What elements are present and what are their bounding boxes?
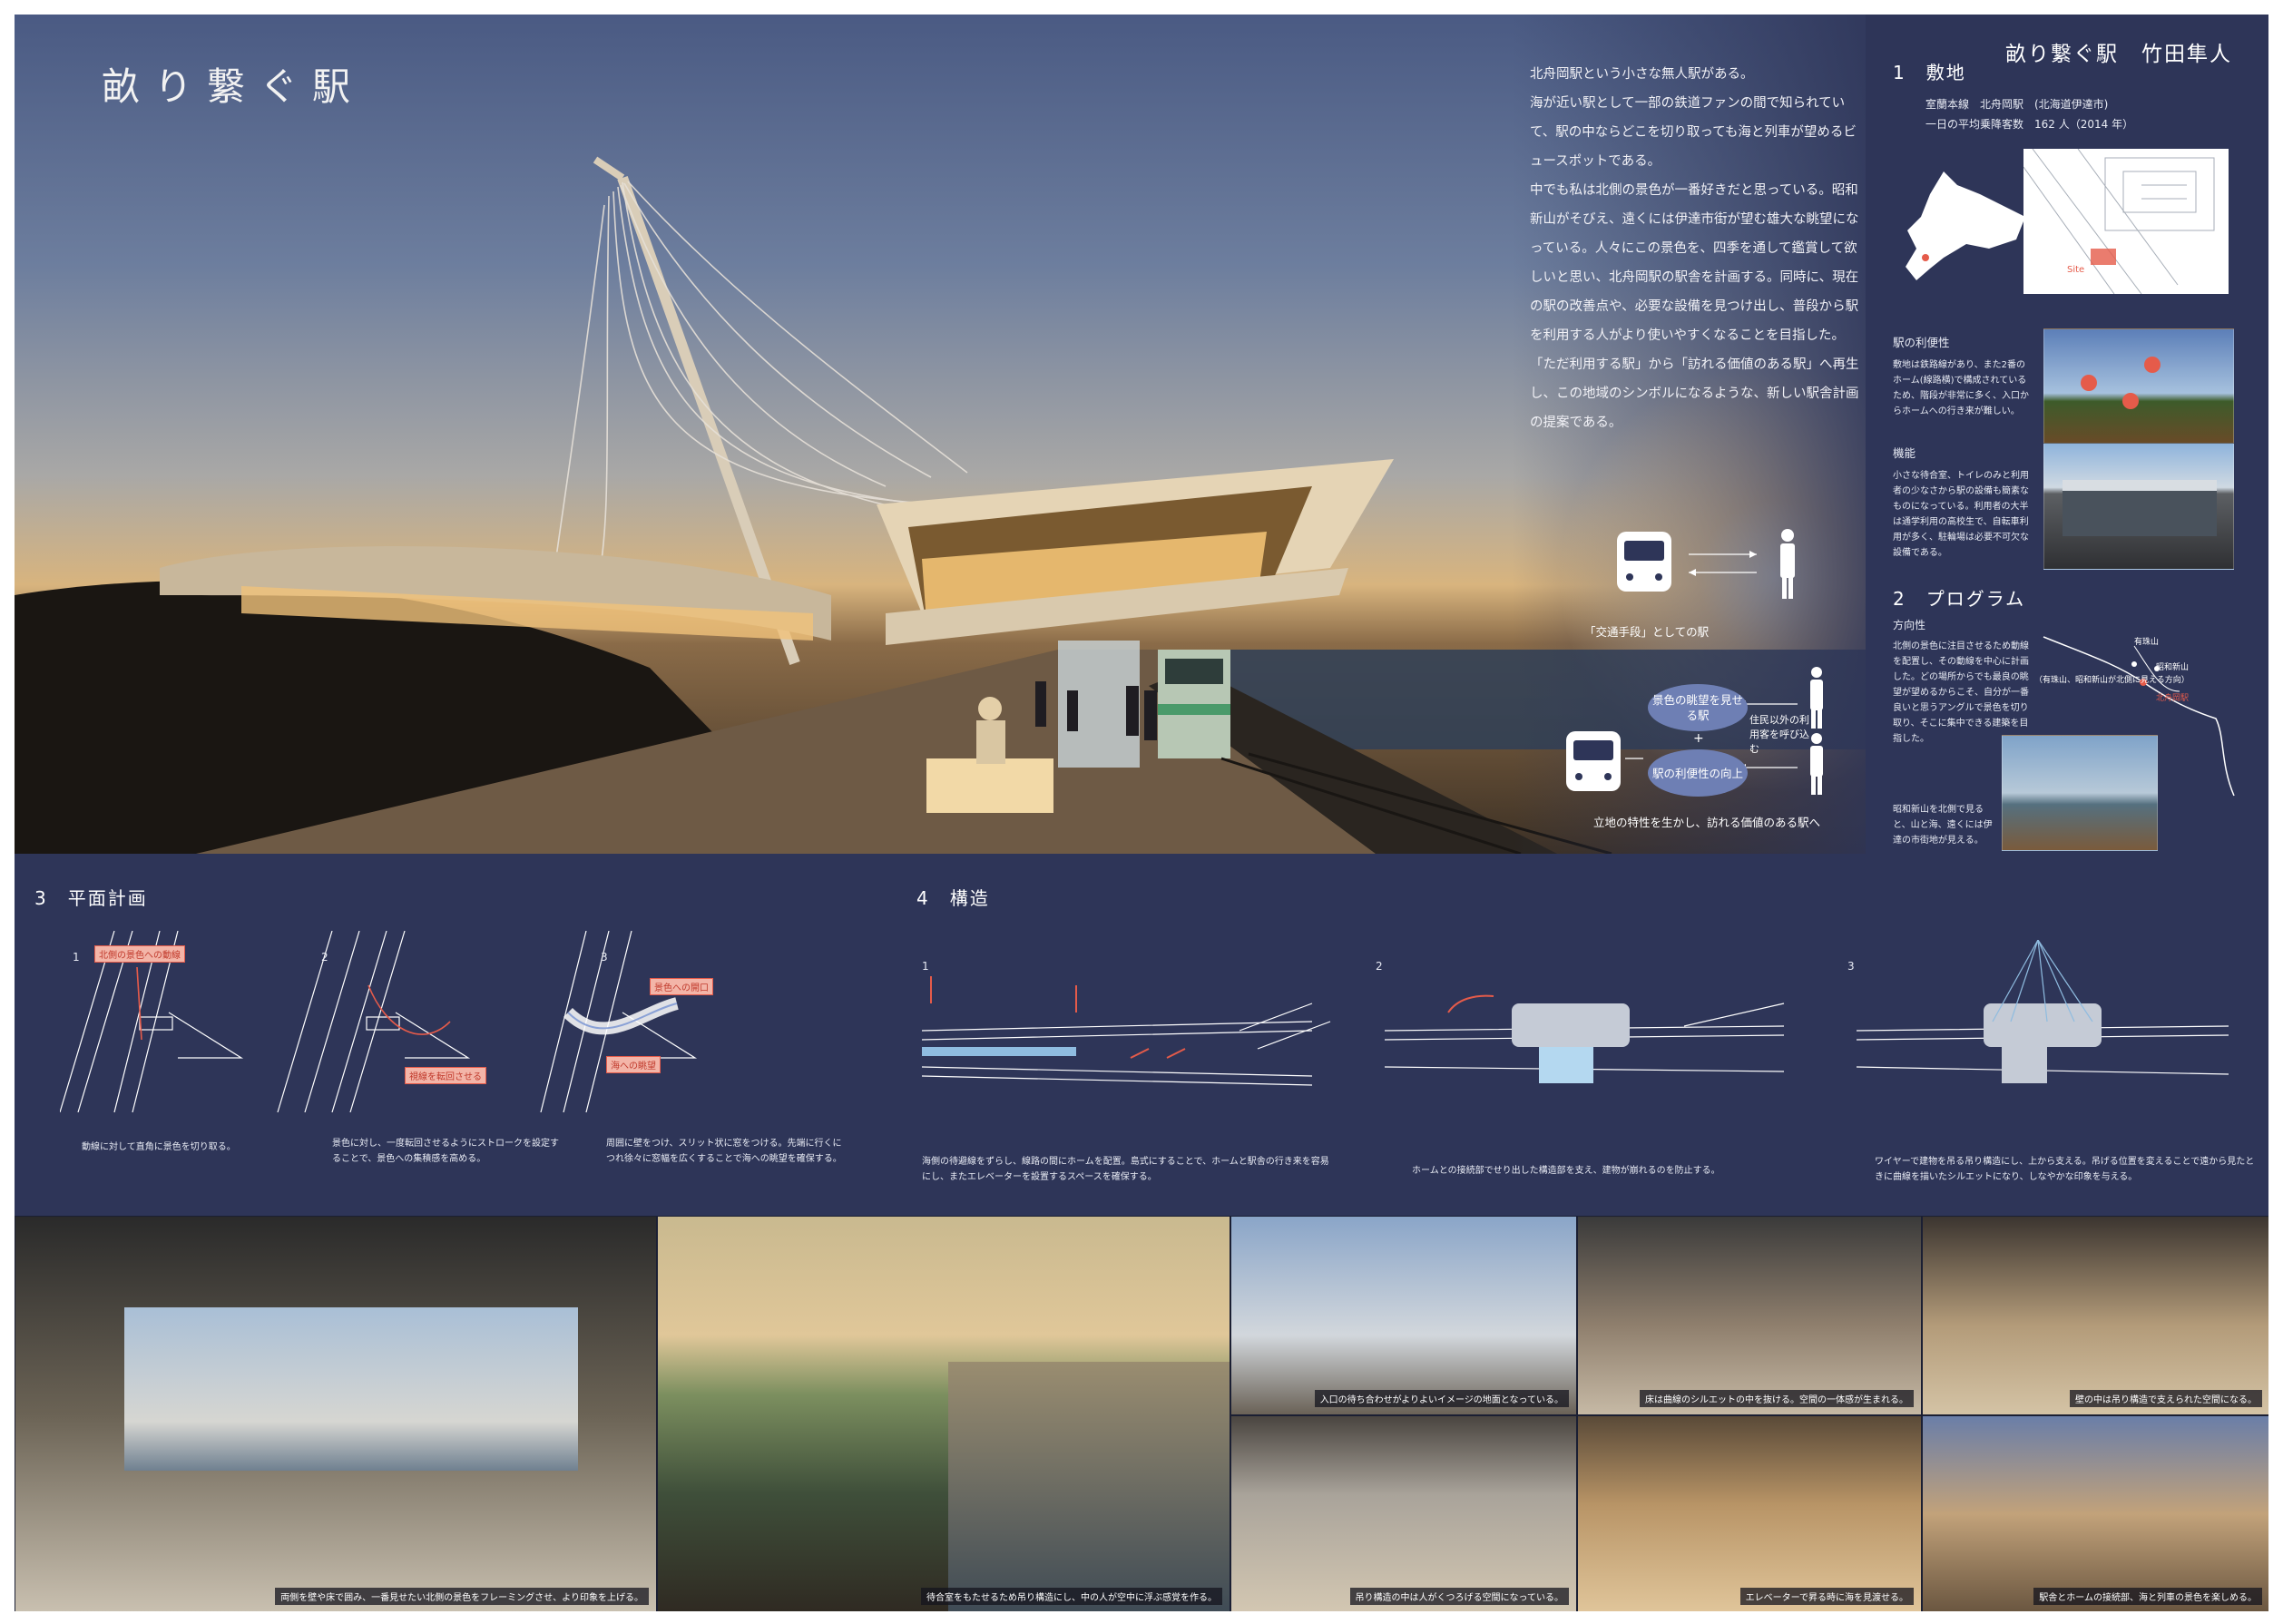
structure-step-3-num: 3 (1847, 960, 1855, 973)
station-photo-shelter (2043, 443, 2234, 570)
program-map-tag-2: 昭和新山 (2156, 663, 2190, 672)
function-heading: 機能 (1893, 446, 1916, 460)
program-map-tag-1: 有珠山 (2134, 638, 2160, 647)
station-photo-stairs (2043, 328, 2234, 446)
plan-step-3-tag-2: 海への眺望 (606, 1056, 661, 1073)
program-heading: 2 プログラム (1893, 588, 2026, 610)
render-aerial: 待合室をもたせるため吊り構造にし、中の人が空中に浮ぶ感覚を作る。 (657, 1216, 1230, 1611)
structure-step-2-num: 2 (1376, 960, 1383, 973)
render-caption-1: 両側を壁や床で囲み、一番見せたい北側の景色をフレーミングさせ、より印象を上げる。 (275, 1588, 649, 1605)
render-frame-window (124, 1307, 578, 1471)
plan-step-3-caption: 周囲に壁をつけ、スリット状に窓をつける。先端に行くにつれ徐々に窓幅を広くすること… (606, 1139, 842, 1164)
render-station-exterior: 入口の待ち合わせがよりよいイメージの地面となっている。 (1230, 1216, 1577, 1415)
render-caption-7: エレベーターで昇る時に海を見渡せる。 (1739, 1588, 1914, 1605)
photo-marker-1 (2144, 357, 2161, 373)
program-map-tag-3: 北舟岡駅 (2156, 694, 2190, 703)
render-caption-3: 入口の待ち合わせがよりよいイメージの地面となっている。 (1314, 1390, 1569, 1407)
structure-step-3-caption: ワイヤーで建物を吊る吊り構造にし、上から支える。吊げる位置を変えることで遠から見… (1875, 1157, 2255, 1182)
concept-footer: 立地の特性を生かし、訪れる価値のある駅へ (1593, 816, 1821, 829)
site-map-label: Site (2067, 265, 2085, 275)
structure-diagrams (921, 940, 2229, 1086)
plan-heading: 3 平面計画 (34, 887, 148, 909)
structure-step-1-caption: 海側の待避線をずらし、線路の間にホームを配置。島式にすることで、ホームと駅舎の行… (922, 1157, 1329, 1182)
site-map: Site (2023, 148, 2229, 295)
presentation-board: 畝り繋ぐ駅 北舟岡駅という小さな無人駅がある。 海が近い駅として一部の鉄道ファン… (15, 15, 2268, 1611)
program-subheading: 方向性 (1893, 619, 1926, 631)
program-text: 北側の景色に注目させるため動線を配置し、その動線を中心に計画した。どの場所からで… (1893, 641, 2029, 744)
plan-step-1-caption: 動線に対して直角に景色を切り取る。 (82, 1142, 236, 1152)
render-aerial-sea (948, 1362, 1230, 1611)
intro-paragraph-1: 北舟岡駅という小さな無人駅がある。 (1530, 67, 1754, 82)
shelter-body (2063, 491, 2217, 536)
view-photo (2002, 735, 2158, 851)
render-frame-view: 両側を壁や床で囲み、一番見せたい北側の景色をフレーミングさせ、より印象を上げる。 (15, 1216, 657, 1611)
structure-heading: 4 構造 (916, 887, 990, 909)
photo-marker-3 (2122, 393, 2139, 409)
plan-step-2-num: 2 (321, 951, 328, 964)
concept-side-label: 住民以外の利用客を呼び込む (1749, 714, 1809, 755)
render-caption-2: 待合室をもたせるため吊り構造にし、中の人が空中に浮ぶ感覚を作る。 (921, 1588, 1222, 1605)
site-line-1: 室蘭本線 北舟岡駅 (北海道伊達市) (1925, 98, 2109, 111)
intro-paragraph-4: 「ただ利用する駅」から「訪れる価値のある駅」へ再生し、この地域のシンボルになるよ… (1530, 357, 1859, 430)
program-text-2: 昭和新山を北側で見ると、山と海、遠くには伊達の市街地が見える。 (1893, 805, 1993, 846)
concept-diagram: 「交通手段」としての駅 景色の眺望を見せる駅 + 駅の利便性の向上 住民以外の利… (1548, 504, 1866, 840)
intro-paragraph-2: 海が近い駅として一部の鉄道ファンの間で知られていて、駅の中ならどこを切り取っても… (1530, 96, 1857, 169)
convenience-text: 敷地は鉄路線があり、また2番のホーム(線路横)で構成されているため、階段が非常に… (1893, 360, 2029, 416)
render-caption-8: 駅舎とホームの接続部、海と列車の景色を楽しめる。 (2033, 1588, 2262, 1605)
program-map-tag-4: （有珠山、昭和新山が北側に見える方向） (2034, 676, 2190, 685)
plan-step-1-num: 1 (73, 951, 80, 964)
concept-bubble-convenience: 駅の利便性の向上 (1648, 749, 1748, 797)
shelter-roof (2063, 480, 2217, 491)
render-corridor: 床は曲線のシルエットの中を抜ける。空間の一体感が生まれる。 (1577, 1216, 1922, 1415)
site-heading: 1 敷地 (1893, 62, 1966, 83)
render-elevator-hall: エレベーターで昇る時に海を見渡せる。 (1577, 1415, 1922, 1611)
plan-step-3-num: 3 (601, 951, 608, 964)
render-caption-4: 床は曲線のシルエットの中を抜ける。空間の一体感が生まれる。 (1640, 1390, 1914, 1407)
render-wall-interior: 壁の中は吊り構造で支えられた空間になる。 (1922, 1216, 2268, 1415)
photo-marker-2 (2081, 375, 2097, 391)
intro-paragraph-3: 中でも私は北側の景色が一番好きだと思っている。昭和新山がそびえ、遠くには伊達市街… (1530, 183, 1859, 343)
function-text: 小さな待合室、トイレのみと利用者の少なさから駅の設備も簡素なものになっている。利… (1893, 471, 2029, 558)
site-line-2: 一日の平均乗降客数 162 人（2014 年） (1925, 118, 2134, 131)
hokkaido-map (1906, 171, 2025, 280)
plan-step-1-tag: 北側の景色への動線 (94, 945, 185, 963)
intro-text: 北舟岡駅という小さな無人駅がある。 海が近い駅として一部の鉄道ファンの間で知られ… (1530, 60, 1866, 437)
board-title: 畝り繋ぐ駅 (102, 64, 366, 109)
render-platform-train: 駅舎とホームの接続部、海と列車の景色を楽しめる。 (1922, 1415, 2268, 1611)
concept-transport-label: 「交通手段」としての駅 (1584, 625, 1710, 639)
render-caption-5: 壁の中は吊り構造で支えられた空間になる。 (2070, 1390, 2262, 1407)
plan-step-3-tag: 景色への開口 (650, 978, 713, 995)
structure-step-2-caption: ホームとの接続部でせり出した構造部を支え、建物が崩れるのを防止する。 (1412, 1166, 1720, 1176)
concept-plus: + (1693, 731, 1704, 746)
concept-bubble-view: 景色の眺望を見せる駅 (1648, 684, 1748, 731)
plan-step-2-tag: 視線を転回させる (405, 1067, 486, 1084)
convenience-heading: 駅の利便性 (1893, 336, 1950, 349)
render-under-canopy: 吊り構造の中は人がくつろげる空間になっている。 (1230, 1415, 1577, 1611)
author-line: 畝り繋ぐ駅 竹田隼人 (2005, 43, 2232, 66)
render-caption-6: 吊り構造の中は人がくつろげる空間になっている。 (1349, 1588, 1569, 1605)
structure-step-1-num: 1 (922, 960, 929, 973)
plan-step-2-caption: 景色に対し、一度転回させるようにストロークを設定することで、景色への集積感を高め… (332, 1139, 559, 1164)
site-map-drawing (2023, 148, 2215, 295)
